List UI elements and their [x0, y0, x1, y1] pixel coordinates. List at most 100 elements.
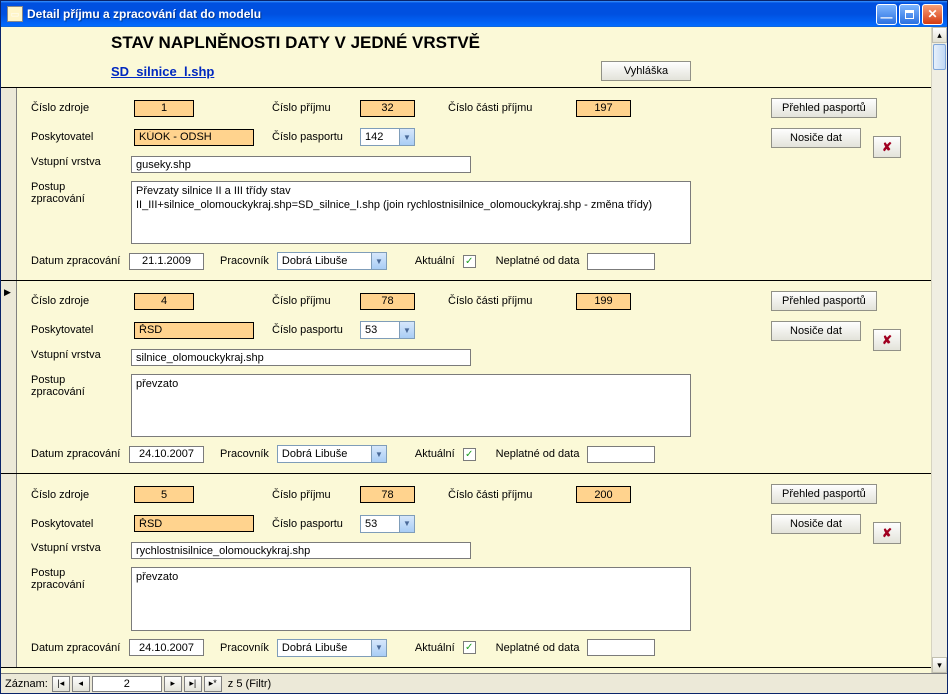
label-postup-zpracovani: Postup zpracování: [31, 567, 121, 591]
aktualni-checkbox[interactable]: ✓: [463, 641, 476, 654]
prehled-pasportu-button[interactable]: Přehled pasportů: [771, 98, 877, 118]
label-cislo-pasportu: Číslo pasportu: [272, 518, 352, 530]
chevron-down-icon: ▼: [371, 446, 386, 462]
neplatne-od-field[interactable]: [587, 639, 655, 656]
datum-zpracovani-field[interactable]: [129, 446, 204, 463]
label-neplatne-od: Neplatné od data: [496, 642, 580, 654]
delete-button[interactable]: ✘: [873, 522, 901, 544]
nav-label: Záznam:: [5, 678, 48, 690]
label-vstupni-vrstva: Vstupní vrstva: [31, 156, 121, 168]
delete-icon: ✘: [882, 333, 892, 347]
pracovnik-select[interactable]: Dobrá Libuše▼: [277, 639, 387, 657]
nav-new-button[interactable]: ▸*: [204, 676, 222, 692]
label-aktualni: Aktuální: [415, 448, 455, 460]
window-title: Detail příjmu a zpracování dat do modelu: [27, 7, 876, 21]
cislo-casti-prijmu-field[interactable]: [576, 293, 631, 310]
nosice-dat-button[interactable]: Nosiče dat: [771, 514, 861, 534]
vyhlaska-button[interactable]: Vyhláška: [601, 61, 691, 81]
cislo-prijmu-field[interactable]: [360, 486, 415, 503]
prehled-pasportu-button[interactable]: Přehled pasportů: [771, 484, 877, 504]
postup-zpracovani-field[interactable]: převzato: [131, 567, 691, 630]
label-neplatne-od: Neplatné od data: [496, 448, 580, 460]
delete-button[interactable]: ✘: [873, 329, 901, 351]
nav-next-button[interactable]: ▸: [164, 676, 182, 692]
datum-zpracovani-field[interactable]: [129, 253, 204, 270]
nav-current-input[interactable]: [92, 676, 162, 692]
label-poskytovatel: Poskytovatel: [31, 324, 126, 336]
record-row: Číslo zdrojeČíslo příjmuČíslo části příj…: [1, 474, 931, 667]
label-pracovnik: Pracovník: [220, 255, 269, 267]
nav-first-button[interactable]: |◂: [52, 676, 70, 692]
poskytovatel-field[interactable]: [134, 129, 254, 146]
form-content: STAV NAPLNĚNOSTI DATY V JEDNÉ VRSTVĚ SD_…: [1, 27, 931, 673]
label-cislo-prijmu: Číslo příjmu: [272, 102, 352, 114]
poskytovatel-field[interactable]: [134, 515, 254, 532]
cislo-pasportu-select[interactable]: 53▼: [360, 321, 415, 339]
delete-button[interactable]: ✘: [873, 136, 901, 158]
cislo-zdroje-field[interactable]: [134, 293, 194, 310]
label-cislo-prijmu: Číslo příjmu: [272, 295, 352, 307]
label-postup-zpracovani: Postup zpracování: [31, 374, 121, 398]
nav-prev-button[interactable]: ◂: [72, 676, 90, 692]
label-cislo-casti-prijmu: Číslo části příjmu: [448, 489, 568, 501]
chevron-down-icon: ▼: [399, 129, 414, 145]
label-neplatne-od: Neplatné od data: [496, 255, 580, 267]
cislo-pasportu-select[interactable]: 142▼: [360, 128, 415, 146]
postup-zpracovani-field[interactable]: převzato: [131, 374, 691, 437]
label-aktualni: Aktuální: [415, 255, 455, 267]
postup-zpracovani-field[interactable]: Převzaty silnice II a III třídy stav II_…: [131, 181, 691, 244]
vstupni-vrstva-field[interactable]: [131, 349, 471, 366]
pracovnik-select[interactable]: Dobrá Libuše▼: [277, 252, 387, 270]
nosice-dat-button[interactable]: Nosiče dat: [771, 128, 861, 148]
label-vstupni-vrstva: Vstupní vrstva: [31, 349, 121, 361]
label-cislo-zdroje: Číslo zdroje: [31, 102, 126, 114]
cislo-casti-prijmu-field[interactable]: [576, 100, 631, 117]
label-vstupni-vrstva: Vstupní vrstva: [31, 542, 121, 554]
cislo-prijmu-field[interactable]: [360, 100, 415, 117]
label-cislo-zdroje: Číslo zdroje: [31, 295, 126, 307]
cislo-prijmu-field[interactable]: [360, 293, 415, 310]
neplatne-od-field[interactable]: [587, 446, 655, 463]
cislo-zdroje-field[interactable]: [134, 486, 194, 503]
label-datum-zpracovani: Datum zpracování: [31, 255, 121, 267]
vertical-scrollbar[interactable]: ▴ ▾: [931, 27, 947, 673]
label-cislo-prijmu: Číslo příjmu: [272, 489, 352, 501]
chevron-down-icon: ▼: [371, 253, 386, 269]
aktualni-checkbox[interactable]: ✓: [463, 448, 476, 461]
neplatne-od-field[interactable]: [587, 253, 655, 270]
delete-icon: ✘: [882, 140, 892, 154]
scroll-thumb[interactable]: [933, 44, 946, 70]
label-datum-zpracovani: Datum zpracování: [31, 448, 121, 460]
scroll-track[interactable]: [932, 71, 947, 657]
record-row: Číslo zdroje Číslo příjmu Číslo části příj…: [1, 88, 931, 281]
cislo-casti-prijmu-field[interactable]: [576, 486, 631, 503]
app-icon: ▭: [7, 6, 23, 22]
record-selector[interactable]: [1, 474, 17, 666]
scroll-down-button[interactable]: ▾: [932, 657, 947, 673]
record-selector[interactable]: [1, 281, 17, 473]
cislo-zdroje-field[interactable]: [134, 100, 194, 117]
close-button[interactable]: ✕: [922, 4, 943, 25]
label-pracovnik: Pracovník: [220, 448, 269, 460]
vstupni-vrstva-field[interactable]: [131, 156, 471, 173]
pracovnik-select[interactable]: Dobrá Libuše▼: [277, 445, 387, 463]
record-navigator: Záznam: |◂ ◂ ▸ ▸| ▸* z 5 (Filtr): [1, 673, 947, 693]
record-selector[interactable]: [1, 88, 17, 280]
chevron-down-icon: ▼: [399, 516, 414, 532]
minimize-button[interactable]: —: [876, 4, 897, 25]
app-window: ▭ Detail příjmu a zpracování dat do mode…: [0, 0, 948, 694]
label-aktualni: Aktuální: [415, 642, 455, 654]
scroll-up-button[interactable]: ▴: [932, 27, 947, 43]
nosice-dat-button[interactable]: Nosiče dat: [771, 321, 861, 341]
label-cislo-casti-prijmu: Číslo části příjmu: [448, 102, 568, 114]
datum-zpracovani-field[interactable]: [129, 639, 204, 656]
cislo-pasportu-select[interactable]: 53▼: [360, 515, 415, 533]
poskytovatel-field[interactable]: [134, 322, 254, 339]
prehled-pasportu-button[interactable]: Přehled pasportů: [771, 291, 877, 311]
maximize-button[interactable]: [899, 4, 920, 25]
layer-link[interactable]: SD_silnice_l.shp: [111, 64, 601, 79]
vstupni-vrstva-field[interactable]: [131, 542, 471, 559]
nav-last-button[interactable]: ▸|: [184, 676, 202, 692]
aktualni-checkbox[interactable]: ✓: [463, 255, 476, 268]
titlebar[interactable]: ▭ Detail příjmu a zpracování dat do mode…: [1, 1, 947, 27]
